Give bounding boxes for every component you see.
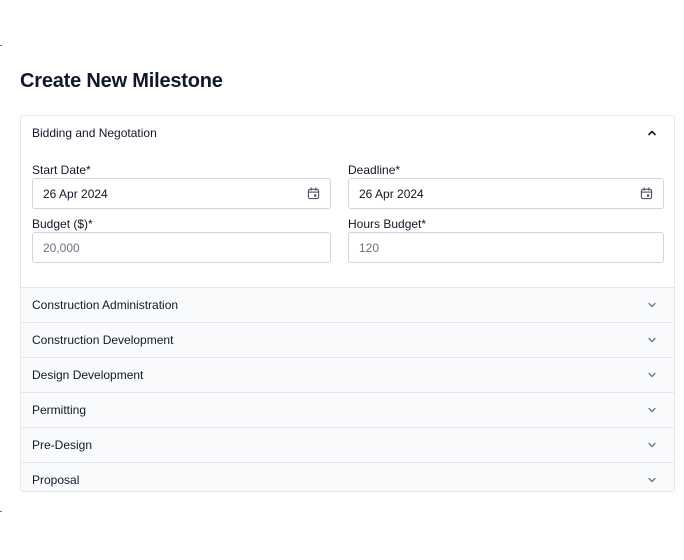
milestone-accordion: Bidding and Negotation Start Date* 26 Ap… [20, 115, 675, 492]
page-title: Create New Milestone [20, 70, 223, 92]
edge-mark [0, 45, 2, 46]
chevron-down-icon[interactable] [646, 404, 658, 416]
panel-title: Design Development [32, 368, 144, 382]
hours-budget-field [348, 232, 664, 263]
panel-construction-development: Construction Development [21, 323, 674, 358]
panel-title: Permitting [32, 403, 87, 417]
panel-header-pre-design[interactable]: Pre-Design [21, 428, 674, 462]
panel-title: Pre-Design [32, 438, 93, 452]
panel-title: Construction Administration [32, 298, 179, 312]
panel-proposal: Proposal [21, 463, 674, 491]
hours-budget-input[interactable] [359, 240, 653, 255]
chevron-down-icon[interactable] [646, 369, 658, 381]
panel-title: Proposal [32, 473, 80, 487]
panel-permitting: Permitting [21, 393, 674, 428]
hours-budget-group: Hours Budget* [348, 217, 664, 263]
budget-group: Budget ($)* [32, 217, 331, 263]
panel-header-construction-administration[interactable]: Construction Administration [21, 288, 674, 322]
panel-title: Construction Development [32, 333, 174, 347]
panel-header-permitting[interactable]: Permitting [21, 393, 674, 427]
calendar-icon[interactable] [640, 187, 653, 200]
panel-title: Bidding and Negotation [32, 125, 157, 140]
edge-mark [0, 511, 2, 512]
chevron-up-icon[interactable] [646, 127, 658, 139]
page: Create New Milestone Bidding and Negotat… [0, 0, 684, 560]
chevron-down-icon[interactable] [646, 334, 658, 346]
deadline-field[interactable]: 26 Apr 2024 [348, 178, 664, 209]
hours-budget-label: Hours Budget* [348, 217, 427, 231]
deadline-value: 26 Apr 2024 [359, 186, 424, 201]
panel-header-proposal[interactable]: Proposal [21, 463, 674, 491]
panel-header-design-development[interactable]: Design Development [21, 358, 674, 392]
panel-header-bidding-and-negotation[interactable]: Bidding and Negotation [21, 116, 674, 149]
panel-pre-design: Pre-Design [21, 428, 674, 463]
budget-input[interactable] [43, 240, 320, 255]
start-date-label: Start Date* [32, 163, 91, 177]
start-date-value: 26 Apr 2024 [43, 186, 108, 201]
panel-construction-administration: Construction Administration [21, 288, 674, 323]
chevron-down-icon[interactable] [646, 439, 658, 451]
budget-label: Budget ($)* [32, 217, 93, 231]
deadline-group: Deadline* 26 Apr 2024 [348, 163, 664, 209]
calendar-icon[interactable] [307, 187, 320, 200]
chevron-down-icon[interactable] [646, 474, 658, 486]
panel-bidding-and-negotation: Bidding and Negotation Start Date* 26 Ap… [21, 116, 674, 288]
milestone-form: Start Date* 26 Apr 2024 Deadline* 26 Apr… [21, 149, 674, 263]
panel-header-construction-development[interactable]: Construction Development [21, 323, 674, 357]
deadline-label: Deadline* [348, 163, 401, 177]
start-date-group: Start Date* 26 Apr 2024 [32, 163, 331, 209]
panel-design-development: Design Development [21, 358, 674, 393]
start-date-field[interactable]: 26 Apr 2024 [32, 178, 331, 209]
budget-field [32, 232, 331, 263]
chevron-down-icon[interactable] [646, 299, 658, 311]
